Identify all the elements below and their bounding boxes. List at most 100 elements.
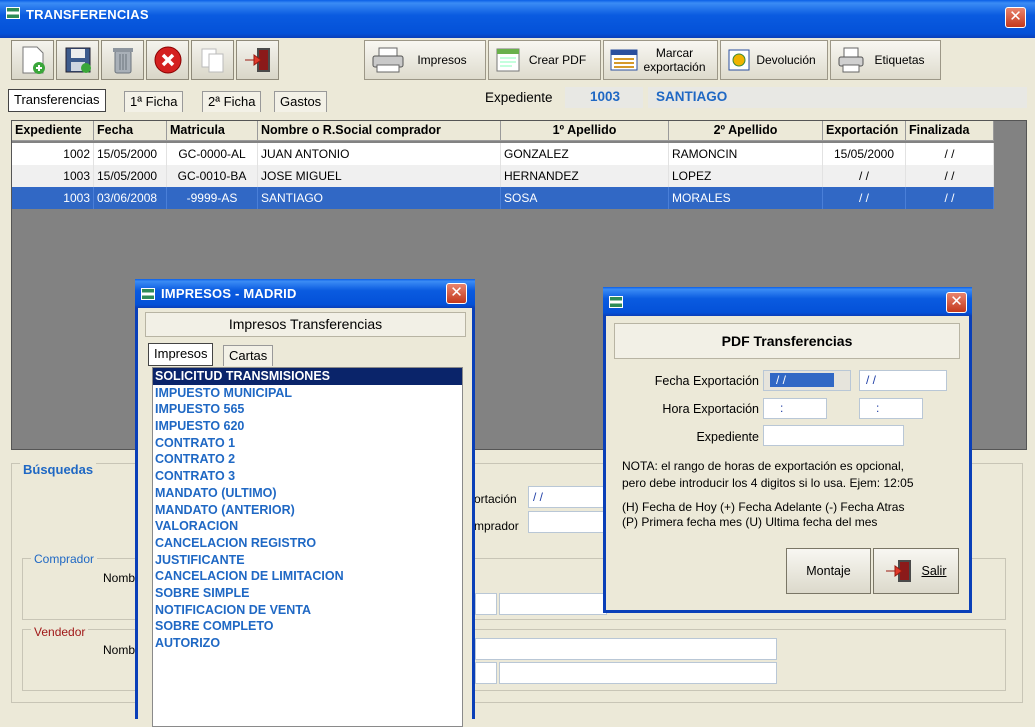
impresos-title-bar: IMPRESOS - MADRID bbox=[135, 279, 475, 308]
tab-cartas[interactable]: Cartas bbox=[223, 345, 274, 366]
devolucion-label: Devolución bbox=[756, 53, 816, 67]
document-green-icon bbox=[496, 48, 520, 72]
cell-exportacion: / / bbox=[823, 187, 906, 209]
impresos-close-button[interactable]: ✕ bbox=[446, 283, 467, 304]
impresos-button[interactable]: Impresos bbox=[364, 40, 486, 80]
fecha-from-value: / / bbox=[770, 373, 834, 387]
col-apellido1[interactable]: 1º Apellido bbox=[501, 121, 669, 141]
salir-label: Salir bbox=[921, 564, 947, 578]
impresos-dialog: IMPRESOS - MADRID ✕ Impresos Transferenc… bbox=[135, 279, 475, 727]
etiquetas-button[interactable]: Etiquetas bbox=[830, 40, 941, 80]
list-item[interactable]: IMPUESTO MUNICIPAL bbox=[153, 385, 462, 402]
cell-apellido2: LOPEZ bbox=[669, 165, 823, 187]
list-item[interactable]: JUSTIFICANTE bbox=[153, 552, 462, 569]
comprador-field-b[interactable] bbox=[499, 593, 607, 615]
cell-finalizada: / / bbox=[906, 165, 994, 187]
save-button[interactable] bbox=[56, 40, 99, 80]
cell-matricula: -9999-AS bbox=[167, 187, 258, 209]
crear-pdf-button[interactable]: Crear PDF bbox=[488, 40, 601, 80]
impresos-title: IMPRESOS - MADRID bbox=[161, 286, 297, 301]
expediente-header-name: SANTIAGO bbox=[648, 87, 1027, 108]
list-item[interactable]: CONTRATO 3 bbox=[153, 468, 462, 485]
pdf-dialog: ✕ PDF Transferencias Fecha Exportación /… bbox=[603, 287, 972, 613]
cell-nombre: JUAN ANTONIO bbox=[258, 143, 501, 165]
comprador-search-label: mprador bbox=[474, 519, 519, 533]
list-item[interactable]: MANDATO (ANTERIOR) bbox=[153, 502, 462, 519]
table-row[interactable]: 1003 15/05/2000 GC-0010-BA JOSE MIGUEL H… bbox=[12, 165, 994, 187]
salir-button[interactable]: Salir bbox=[873, 548, 959, 594]
list-item[interactable]: SOBRE COMPLETO bbox=[153, 618, 462, 635]
grid-header: Expediente Fecha Matricula Nombre o R.So… bbox=[12, 121, 994, 141]
col-exportacion[interactable]: Exportación bbox=[823, 121, 906, 141]
marcar-exportacion-label: Marcar exportación bbox=[638, 46, 711, 74]
tab-2a-ficha[interactable]: 2ª Ficha bbox=[202, 91, 262, 112]
list-item[interactable]: AUTORIZO bbox=[153, 635, 462, 652]
list-item[interactable]: NOTIFICACION DE VENTA bbox=[153, 602, 462, 619]
expediente-header-label: Expediente bbox=[485, 90, 553, 105]
list-item[interactable]: CONTRATO 2 bbox=[153, 451, 462, 468]
vendedor-nombre-label: Nomb bbox=[103, 643, 136, 657]
cell-fecha: 03/06/2008 bbox=[94, 187, 167, 209]
marcar-line1: Marcar bbox=[655, 46, 694, 60]
tab-gastos[interactable]: Gastos bbox=[274, 91, 328, 112]
devolucion-button[interactable]: Devolución bbox=[720, 40, 828, 80]
cell-matricula: GC-0000-AL bbox=[167, 143, 258, 165]
pdf-header: PDF Transferencias bbox=[614, 323, 960, 359]
cell-apellido1: HERNANDEZ bbox=[501, 165, 669, 187]
col-finalizada[interactable]: Finalizada bbox=[906, 121, 994, 141]
pdf-title-bar bbox=[603, 287, 972, 316]
marcar-exportacion-button[interactable]: Marcar exportación bbox=[603, 40, 718, 80]
pdf-close-button[interactable]: ✕ bbox=[946, 292, 967, 313]
list-item[interactable]: CANCELACION REGISTRO bbox=[153, 535, 462, 552]
expediente-pdf-input[interactable] bbox=[763, 425, 904, 446]
cell-exportacion: 15/05/2000 bbox=[823, 143, 906, 165]
help-line1: (H) Fecha de Hoy (+) Fecha Adelante (-) … bbox=[622, 500, 905, 514]
tab-1a-ficha[interactable]: 1ª Ficha bbox=[124, 91, 184, 112]
cell-apellido1: SOSA bbox=[501, 187, 669, 209]
col-expediente[interactable]: Expediente bbox=[12, 121, 94, 141]
vendedor-field-a[interactable] bbox=[475, 662, 497, 684]
delete-button[interactable] bbox=[101, 40, 144, 80]
col-apellido2[interactable]: 2º Apellido bbox=[669, 121, 823, 141]
list-item[interactable]: SOBRE SIMPLE bbox=[153, 585, 462, 602]
tab-impresos[interactable]: Impresos bbox=[148, 343, 214, 366]
vendedor-field-b[interactable] bbox=[499, 662, 777, 684]
list-item[interactable]: MANDATO (ULTIMO) bbox=[153, 485, 462, 502]
hora-to-field[interactable]: : bbox=[859, 398, 923, 419]
list-item[interactable]: VALORACION bbox=[153, 518, 462, 535]
comprador-search-input[interactable] bbox=[528, 511, 608, 533]
list-item[interactable]: IMPUESTO 565 bbox=[153, 401, 462, 418]
list-item[interactable]: CONTRATO 1 bbox=[153, 435, 462, 452]
hora-from-field[interactable]: : bbox=[763, 398, 827, 419]
hora-exportacion-label: Hora Exportación bbox=[662, 402, 759, 416]
cell-finalizada: / / bbox=[906, 187, 994, 209]
list-item[interactable]: SOLICITUD TRANSMISIONES bbox=[153, 368, 462, 385]
vendedor-nombre-input[interactable] bbox=[475, 638, 777, 660]
tab-transferencias[interactable]: Transferencias bbox=[8, 89, 106, 112]
cell-apellido2: RAMONCIN bbox=[669, 143, 823, 165]
list-item[interactable]: CANCELACION DE LIMITACION bbox=[153, 568, 462, 585]
table-row[interactable]: 1002 15/05/2000 GC-0000-AL JUAN ANTONIO … bbox=[12, 143, 994, 165]
nota-line2: pero debe introducir los 4 digitos si lo… bbox=[622, 476, 914, 490]
nota-text: NOTA: el rango de horas de exportación e… bbox=[622, 458, 914, 492]
fecha-from-field[interactable]: / / bbox=[763, 370, 851, 391]
comprador-field-a[interactable] bbox=[475, 593, 497, 615]
col-matricula[interactable]: Matricula bbox=[167, 121, 258, 141]
table-row-selected[interactable]: 1003 03/06/2008 -9999-AS SANTIAGO SOSA M… bbox=[12, 187, 994, 209]
calendar-grid-icon bbox=[610, 49, 638, 71]
exit-button[interactable] bbox=[236, 40, 279, 80]
impresos-list[interactable]: SOLICITUD TRANSMISIONES IMPUESTO MUNICIP… bbox=[152, 367, 463, 727]
cell-fecha: 15/05/2000 bbox=[94, 143, 167, 165]
col-nombre[interactable]: Nombre o R.Social comprador bbox=[258, 121, 501, 141]
main-close-button[interactable]: ✕ bbox=[1005, 7, 1026, 28]
marcar-line2: exportación bbox=[643, 60, 706, 74]
fecha-to-field[interactable]: / / bbox=[859, 370, 947, 391]
help-line2: (P) Primera fecha mes (U) Ultima fecha d… bbox=[622, 515, 878, 529]
montaje-button[interactable]: Montaje bbox=[786, 548, 871, 594]
col-fecha[interactable]: Fecha bbox=[94, 121, 167, 141]
list-item[interactable]: IMPUESTO 620 bbox=[153, 418, 462, 435]
new-record-button[interactable] bbox=[11, 40, 54, 80]
cancel-button[interactable] bbox=[146, 40, 189, 80]
copy-button[interactable] bbox=[191, 40, 234, 80]
exportacion-search-input[interactable]: / / bbox=[528, 486, 608, 508]
